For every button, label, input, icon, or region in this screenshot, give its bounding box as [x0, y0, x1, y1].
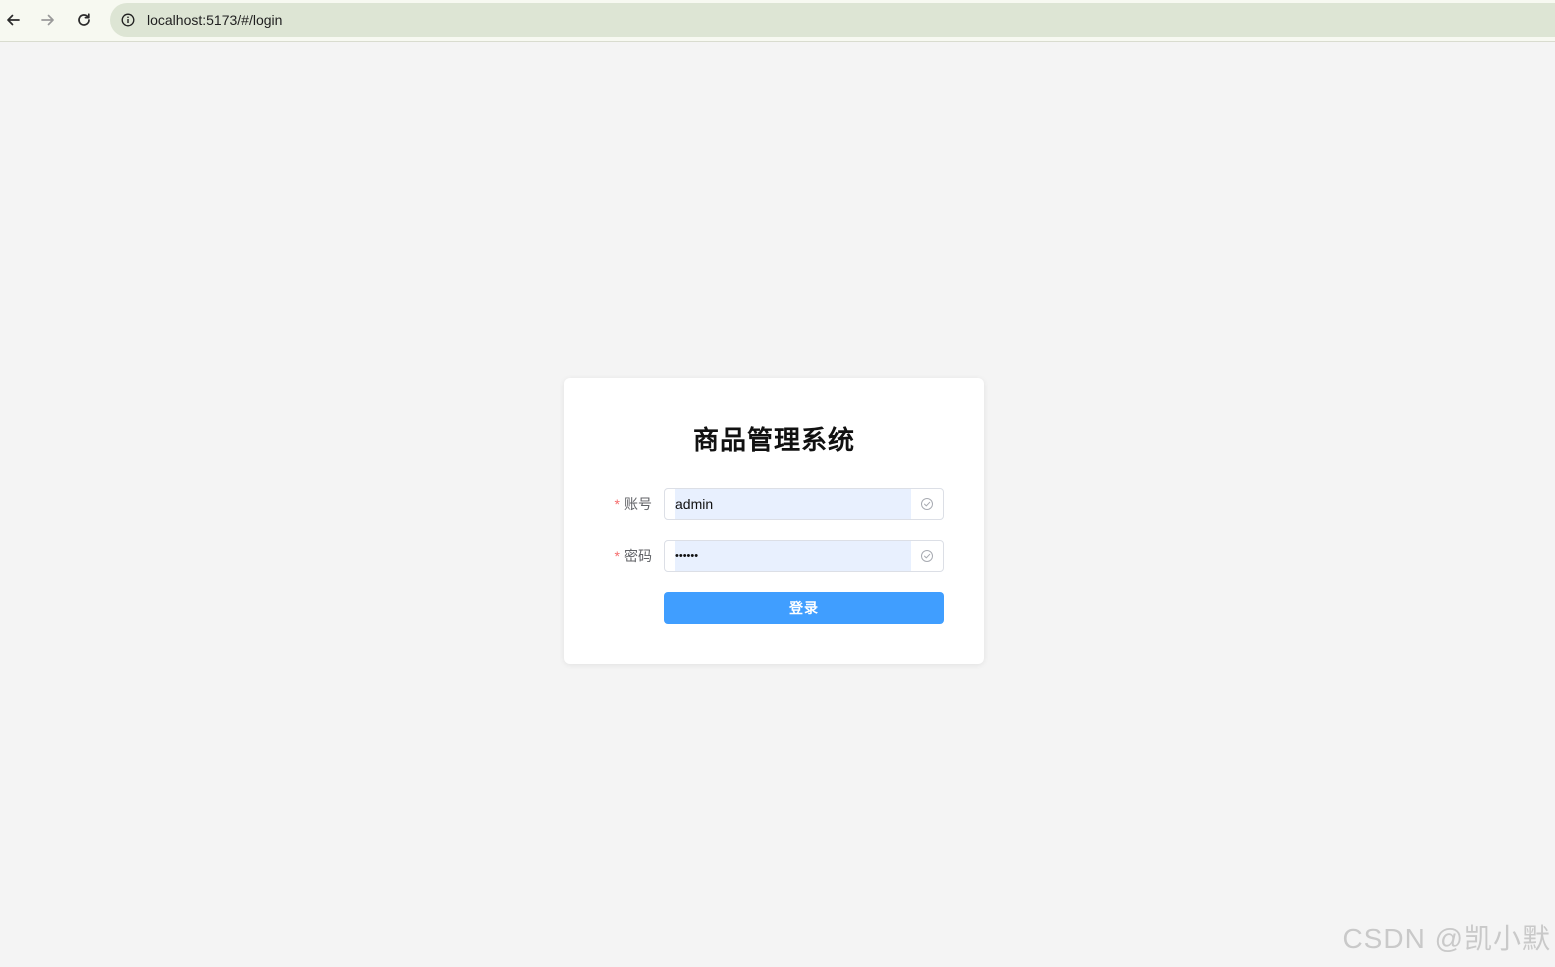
browser-toolbar: localhost:5173/#/login [0, 0, 1555, 42]
info-icon[interactable] [120, 12, 136, 28]
login-button[interactable]: 登录 [664, 592, 944, 624]
reload-icon[interactable] [72, 8, 96, 32]
back-icon[interactable] [1, 8, 25, 32]
page-title: 商品管理系统 [692, 425, 855, 455]
password-label: * 密码 [615, 540, 652, 572]
password-form-item: * 密码 •••••• [564, 540, 984, 572]
login-card: 商品管理系统 * 账号 admin * 密码 •••••• 登录 [564, 378, 984, 664]
circle-check-icon [920, 497, 934, 511]
password-input[interactable]: •••••• [664, 540, 944, 572]
watermark: CSDN @凯小默 [1342, 923, 1551, 954]
forward-icon[interactable] [36, 8, 60, 32]
account-label: * 账号 [615, 488, 652, 520]
password-input-value[interactable]: •••••• [675, 541, 698, 571]
account-form-item: * 账号 admin [564, 488, 984, 520]
account-input-value[interactable]: admin [675, 489, 713, 519]
autofill-background [675, 541, 911, 571]
url-text[interactable]: localhost:5173/#/login [147, 12, 282, 28]
circle-check-icon [920, 549, 934, 563]
password-label-text: 密码 [624, 548, 652, 564]
address-bar[interactable]: localhost:5173/#/login [110, 3, 1555, 37]
required-mark: * [614, 496, 620, 512]
account-input[interactable]: admin [664, 488, 944, 520]
account-label-text: 账号 [624, 496, 652, 512]
required-mark: * [614, 548, 620, 564]
